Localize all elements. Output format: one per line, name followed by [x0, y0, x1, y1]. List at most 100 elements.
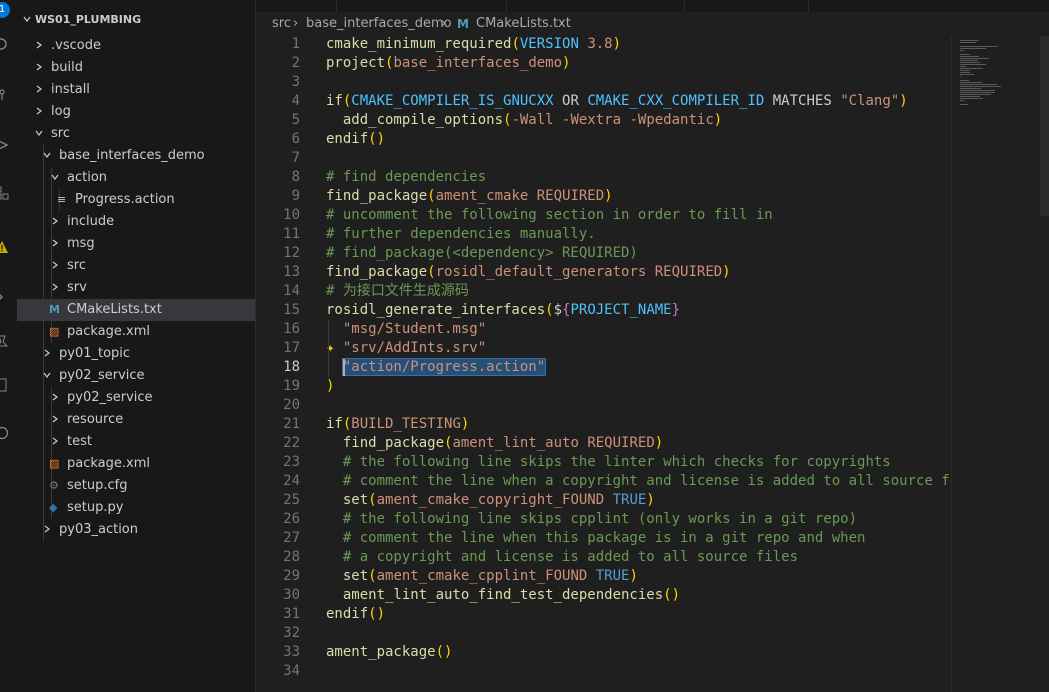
code-line[interactable]: 2 project(base_interfaces_demo) [256, 54, 951, 73]
tree-folder[interactable]: base_interfaces_demo [17, 145, 255, 167]
minimap-slider[interactable] [1040, 36, 1049, 216]
workspace-title[interactable]: WS01_PLUMBING [23, 13, 141, 26]
code-line[interactable]: 31 endif() [256, 605, 951, 624]
code-line[interactable]: 24 # comment the line when a copyright a… [256, 472, 951, 491]
timer-icon[interactable] [0, 426, 9, 440]
tree-folder[interactable]: msg [17, 233, 255, 255]
code-line[interactable]: 7 [256, 149, 951, 168]
tree-folder[interactable]: src [17, 123, 255, 145]
tree-folder[interactable]: srv [17, 277, 255, 299]
line-number: 30 [283, 587, 300, 603]
code-line[interactable]: 27 # comment the line when this package … [256, 529, 951, 548]
line-number: 31 [283, 606, 300, 622]
code-token: # find dependencies [326, 169, 487, 185]
code-line[interactable]: 17 "srv/AddInts.srv" ✦ [256, 339, 951, 358]
tree-folder[interactable]: py01_topic [17, 343, 255, 365]
tree-file[interactable]: ▨ package.xml [17, 453, 255, 475]
code-token: OR [553, 93, 588, 109]
code-line[interactable]: 20 [256, 396, 951, 415]
code-text: "msg/Student.msg" [326, 320, 486, 339]
document-icon[interactable] [0, 378, 9, 392]
code-line[interactable]: 5 add_compile_options(-Wall -Wextra -Wpe… [256, 111, 951, 130]
line-number: 22 [283, 435, 300, 451]
tree-item-label: test [67, 434, 92, 449]
source-control-icon[interactable] [0, 88, 9, 102]
tab-bar [256, 0, 1049, 12]
code-line[interactable]: 13 find_package(rosidl_default_generators… [256, 263, 951, 282]
code-token: "srv/AddInts.srv" [342, 340, 487, 356]
code-token: project [326, 55, 386, 71]
notification-badge[interactable]: 1 [0, 2, 10, 18]
run-debug-icon[interactable] [0, 138, 9, 152]
tree-folder[interactable]: src [17, 255, 255, 277]
code-line[interactable]: 25 set(ament_cmake_copyright_FOUND TRUE) [256, 491, 951, 510]
code-line[interactable]: 19) [256, 377, 951, 396]
code-line[interactable]: 8 # find dependencies [256, 168, 951, 187]
tree-item-label: log [51, 104, 71, 119]
chevron-down-icon [35, 130, 43, 136]
code-line[interactable]: 12 # find_package(<dependency> REQUIRED) [256, 244, 951, 263]
chevron-right-icon [36, 85, 42, 93]
code-line[interactable]: 9 find_package(ament_cmake REQUIRED) [256, 187, 951, 206]
tree-folder[interactable]: resource [17, 409, 255, 431]
code-line[interactable]: 22 find_package(ament_lint_auto REQUIRED… [256, 434, 951, 453]
chevron-right-icon [36, 41, 42, 49]
tree-file[interactable]: ▨ package.xml [17, 321, 255, 343]
breadcrumb-package[interactable]: base_interfaces_demo [306, 12, 452, 36]
code-line[interactable]: 21 if(BUILD_TESTING) [256, 415, 951, 434]
code-line[interactable]: 34 [256, 662, 951, 681]
minimap-line [960, 88, 982, 89]
tree-file[interactable]: ◆ setup.py [17, 497, 255, 519]
code-line[interactable]: 4 if(CMAKE_COMPILER_IS_GNUCXX OR CMAKE_CX… [256, 92, 951, 111]
code-line[interactable]: 30 ament_lint_auto_find_test_dependencie… [256, 586, 951, 605]
testing-icon[interactable] [0, 334, 9, 348]
tree-item-label: py02_service [67, 390, 153, 405]
code-line[interactable]: 10 # uncomment the following section in o… [256, 206, 951, 225]
code-line[interactable]: 29 set(ament_cmake_cpplint_FOUND TRUE) [256, 567, 951, 586]
tree-file[interactable]: M CMakeLists.txt [17, 299, 255, 321]
code-line[interactable]: 23 # the following line skips the linter… [256, 453, 951, 472]
tree-file[interactable]: ≡ Progress.action [17, 189, 255, 211]
code-text: # 为接口文件生成源码 [326, 282, 469, 301]
breadcrumb-file[interactable]: CMakeLists.txt [476, 12, 571, 36]
code-line[interactable]: 6 endif() [256, 130, 951, 149]
code-line[interactable]: 14 # 为接口文件生成源码 [256, 282, 951, 301]
tree-folder[interactable]: log [17, 101, 255, 123]
chevron-right-icon [52, 283, 58, 291]
line-number: 17 [283, 340, 300, 356]
code-line[interactable]: 28 # a copyright and license is added to… [256, 548, 951, 567]
code-line[interactable]: 18 "action/Progress.action" [256, 358, 951, 377]
extensions-icon[interactable] [0, 186, 9, 200]
minimap[interactable] [951, 36, 1049, 692]
code-line[interactable]: 26 # the following line skips cpplint (o… [256, 510, 951, 529]
code-line[interactable]: 33 ament_package() [256, 643, 951, 662]
tree-folder[interactable]: test [17, 431, 255, 453]
code-line[interactable]: 15 rosidl_generate_interfaces(${PROJECT_N… [256, 301, 951, 320]
code-token: TRUE [612, 492, 647, 508]
chevron-right-icon [36, 107, 42, 115]
tree-file[interactable]: ⚙ setup.cfg [17, 475, 255, 497]
tree-folder[interactable]: py02_service [17, 365, 255, 387]
tree-folder[interactable]: include [17, 211, 255, 233]
tree-folder[interactable]: .vscode [17, 35, 255, 57]
tree-folder[interactable]: py02_service [17, 387, 255, 409]
code-text: if(BUILD_TESTING) [326, 415, 469, 434]
tree-folder[interactable]: action [17, 167, 255, 189]
breadcrumb-src[interactable]: src [272, 12, 291, 36]
tree-folder[interactable]: install [17, 79, 255, 101]
code-line[interactable]: 3 [256, 73, 951, 92]
minimap-line [960, 54, 971, 55]
tree-folder[interactable]: build [17, 57, 255, 79]
code-text: ) [326, 377, 334, 396]
code-line[interactable]: 32 [256, 624, 951, 643]
code-line[interactable]: 16 "msg/Student.msg" [256, 320, 951, 339]
warning-icon[interactable] [0, 240, 9, 254]
remote-explorer-icon[interactable] [0, 290, 9, 304]
tree-folder[interactable]: py03_action [17, 519, 255, 541]
code-line[interactable]: 1 cmake_minimum_required(VERSION 3.8) [256, 36, 951, 54]
code-editor[interactable]: 1 cmake_minimum_required(VERSION 3.8) 2 pro… [256, 36, 951, 692]
code-line[interactable]: 11 # further dependencies manually. [256, 225, 951, 244]
tab-separator [506, 0, 507, 12]
search-icon[interactable] [0, 38, 9, 52]
